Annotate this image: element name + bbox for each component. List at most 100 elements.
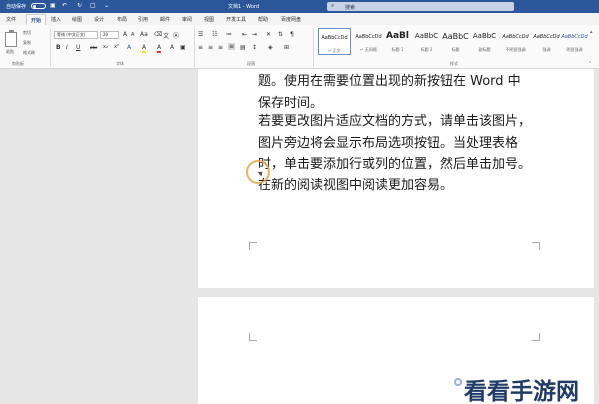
style-emphasis[interactable]: AaBbCcDd 强调: [530, 28, 563, 55]
save-icon[interactable]: ▣: [50, 2, 56, 10]
collapse-ribbon-icon[interactable]: ⌃: [588, 61, 592, 67]
char-border-icon[interactable]: ▣: [180, 44, 186, 51]
tab-mailings[interactable]: 邮件: [160, 16, 170, 23]
margin-corner-mark: [249, 333, 257, 341]
document-title: 文档1 - Word: [228, 4, 260, 10]
document-line: 图片旁边将会显示布局选项按钮。当处理表格: [258, 136, 519, 151]
customize-qat-icon[interactable]: ⌄: [104, 2, 109, 10]
font-name-select[interactable]: 等线 (中文正文): [54, 31, 98, 39]
text-effects-icon[interactable]: A: [127, 44, 131, 51]
tab-layout[interactable]: 布局: [117, 16, 127, 23]
document-line: 若要更改图片适应文档的方式，请单击该图片，: [258, 114, 532, 129]
decrease-indent-icon[interactable]: ⇤: [242, 31, 247, 38]
italic-button[interactable]: I: [66, 44, 68, 51]
tab-design[interactable]: 设计: [94, 16, 104, 23]
tab-developer[interactable]: 开发工具: [226, 16, 246, 23]
highlight-button[interactable]: A: [142, 44, 147, 53]
style-subtle-emphasis[interactable]: AaBbCcDd 不明显强调: [499, 28, 532, 55]
style-name: 明显强调: [566, 47, 583, 52]
margin-corner-mark: [532, 333, 540, 341]
subscript-button[interactable]: x₂: [103, 44, 108, 50]
align-center-icon[interactable]: ≡: [208, 44, 213, 51]
tab-references[interactable]: 引用: [138, 16, 148, 23]
font-color-button[interactable]: A: [157, 44, 162, 53]
document-line: 保存时间。: [258, 96, 324, 111]
redo-icon[interactable]: ↻: [77, 2, 82, 10]
tab-help[interactable]: 帮助: [258, 16, 268, 23]
superscript-button[interactable]: x²: [114, 44, 119, 50]
styles-group-label: 样式: [450, 61, 458, 66]
bold-button[interactable]: B: [56, 44, 61, 51]
style-subtitle[interactable]: AaBbC 副标题: [468, 28, 501, 55]
divider: [50, 28, 51, 67]
char-shading-icon[interactable]: A: [170, 44, 174, 51]
cut-button[interactable]: 剪切: [23, 30, 31, 36]
enclose-char-icon[interactable]: Ⓐ: [173, 31, 179, 40]
style-name: 不明显强调: [505, 47, 526, 52]
document-line: 在新的阅读视图中阅读更加容易。: [258, 178, 454, 193]
tab-draw[interactable]: 绘图: [72, 16, 82, 23]
title-bar: 自动保存 ▣ ↶ ↻ □ ⌄ 文档1 - Word ⌕ 搜索: [0, 0, 599, 13]
style-name: 强调: [542, 47, 551, 52]
copy-button[interactable]: 复制: [23, 40, 31, 46]
multilevel-list-icon[interactable]: ≔: [226, 31, 232, 38]
margin-corner-mark: [249, 242, 257, 250]
margin-corner-mark: [532, 242, 540, 250]
shading-icon[interactable]: ◈: [268, 44, 273, 51]
style-normal[interactable]: AaBbCcDd ↵ 正文: [318, 28, 351, 55]
chinese-layout-icon[interactable]: ✕: [266, 31, 271, 38]
style-name: 副标题: [478, 47, 491, 52]
strikethrough-button[interactable]: abc: [90, 45, 97, 50]
clear-format-icon[interactable]: ⌫: [154, 31, 162, 38]
style-preview: AaBbCcDd: [502, 34, 529, 40]
tab-baidu-netdisk[interactable]: 百度网盘: [281, 16, 301, 23]
numbering-icon[interactable]: ☷: [212, 31, 217, 38]
underline-button[interactable]: U: [76, 44, 80, 51]
divider: [194, 28, 195, 67]
search-icon: ⌕: [331, 2, 335, 9]
tab-home[interactable]: 开始: [26, 14, 47, 25]
align-right-icon[interactable]: ≡: [218, 44, 223, 51]
phonetic-guide-icon[interactable]: 文: [163, 31, 169, 40]
show-marks-icon[interactable]: ¶: [290, 31, 294, 38]
tab-insert[interactable]: 插入: [51, 16, 61, 23]
styles-scroll-icon[interactable]: ▴: [590, 29, 593, 35]
search-placeholder: 搜索: [345, 5, 356, 11]
paragraph-group-label: 段落: [247, 61, 255, 66]
tab-view[interactable]: 视图: [204, 16, 214, 23]
distributed-icon[interactable]: ▤: [240, 44, 246, 51]
autosave-label: 自动保存: [6, 4, 27, 10]
justify-icon[interactable]: ≡: [228, 43, 236, 50]
increase-indent-icon[interactable]: ⇥: [252, 31, 257, 38]
line-spacing-icon[interactable]: ↕: [252, 44, 257, 51]
borders-icon[interactable]: ⊞: [284, 44, 289, 51]
paste-button[interactable]: [5, 30, 17, 47]
style-preview: AaBbCcDd: [533, 34, 560, 40]
ribbon-tabs: 文件 开始 插入 绘图 设计 布局 引用 邮件 审阅 视图 开发工具 帮助 百度…: [0, 13, 599, 25]
autosave-toggle[interactable]: [31, 3, 46, 9]
sort-icon[interactable]: ⇅: [278, 31, 283, 38]
tab-review[interactable]: 审阅: [182, 16, 192, 23]
ribbon: 粘贴 剪切 复制 格式刷 剪贴板 等线 (中文正文) 20 A A Aa ⌫ 文…: [0, 25, 599, 69]
undo-icon[interactable]: ↶: [62, 2, 67, 10]
font-group-label: 字体: [116, 61, 124, 66]
styles-gallery: AaBbCcDd ↵ 正文 AaBbCcDd ↵ 无间隔 AaBl 标题 1 A…: [318, 28, 588, 56]
font-size-select[interactable]: 20: [100, 31, 119, 39]
document-line: 时，单击要添加行或列的位置，然后单击加号。: [258, 157, 532, 172]
align-left-icon[interactable]: ≡: [198, 44, 203, 51]
style-intense-emphasis[interactable]: AaBbCcDd 明显强调: [561, 28, 588, 55]
format-painter-button[interactable]: 格式刷: [23, 50, 35, 56]
watermark-text: 看看手游网: [464, 379, 579, 404]
style-preview: AaBbCcDd: [321, 35, 348, 41]
divider: [313, 28, 314, 67]
new-doc-icon[interactable]: □: [90, 2, 96, 10]
clipboard-group-label: 剪贴板: [12, 61, 24, 66]
tab-file[interactable]: 文件: [6, 16, 16, 23]
change-case-icon[interactable]: Aa: [140, 31, 148, 38]
style-name: ↵ 正文: [328, 48, 341, 53]
shrink-font-icon[interactable]: A: [131, 32, 134, 38]
bullets-icon[interactable]: ☰: [198, 31, 203, 38]
paste-label: 粘贴: [6, 49, 14, 54]
search-box[interactable]: ⌕ 搜索: [327, 2, 514, 11]
grow-font-icon[interactable]: A: [123, 31, 127, 38]
